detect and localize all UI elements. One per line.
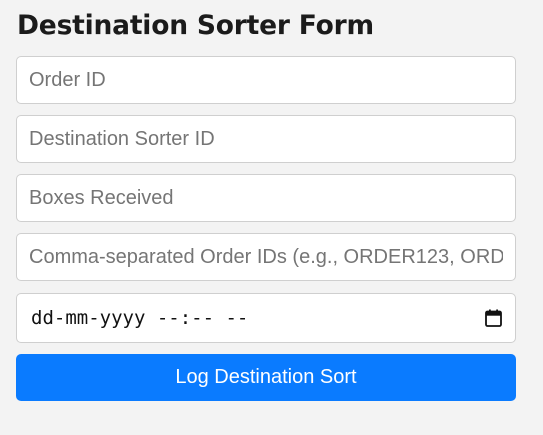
sort-datetime-input[interactable]: dd-mm-yyyy --:-- --: [16, 293, 516, 343]
log-destination-sort-button[interactable]: Log Destination Sort: [16, 354, 516, 401]
destination-sorter-id-input[interactable]: [16, 115, 516, 163]
order-ids-input[interactable]: [16, 233, 516, 281]
form-title: Destination Sorter Form: [17, 10, 374, 41]
calendar-icon[interactable]: [483, 308, 503, 328]
datetime-display: dd-mm-yyyy --:-- --: [31, 307, 249, 329]
order-id-input[interactable]: [16, 56, 516, 104]
boxes-received-input[interactable]: [16, 174, 516, 222]
